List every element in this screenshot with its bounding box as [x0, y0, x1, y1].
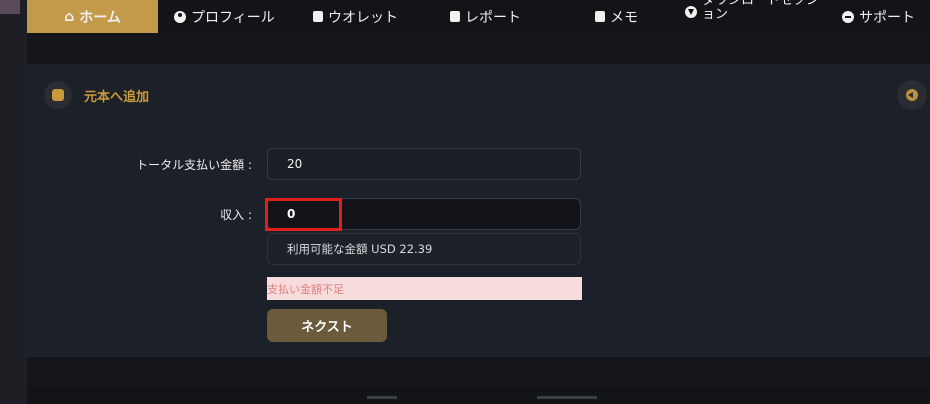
nav-profile[interactable]: プロフィール: [174, 0, 275, 33]
top-navigation: ⌂ ホーム プロフィール ウオレット レポート メモ ダウンロードセクション サ…: [27, 0, 930, 33]
download-icon: [685, 6, 697, 18]
report-icon: [450, 11, 460, 22]
available-amount-text: 利用可能な金額 USD 22.39: [287, 242, 433, 256]
avatar-fragment: [0, 0, 20, 14]
wallet-icon: [313, 11, 323, 22]
next-button[interactable]: ネクスト: [267, 309, 387, 342]
nav-memo[interactable]: メモ: [595, 0, 638, 33]
chart-icon: [52, 89, 64, 101]
nav-download[interactable]: ダウンロードセクション: [685, 0, 822, 33]
total-payment-label: トータル支払い金額 :: [136, 158, 252, 172]
total-payment-value: 20: [287, 157, 303, 171]
nav-download-label: ダウンロードセクション: [702, 0, 820, 22]
nav-wallet[interactable]: ウオレット: [313, 0, 398, 33]
total-payment-field: 20: [267, 148, 581, 180]
error-message: 支払い金額不足: [267, 277, 582, 300]
footer-text-fragment: [537, 396, 597, 399]
user-icon: [174, 10, 186, 23]
nav-report[interactable]: レポート: [450, 0, 521, 33]
arrow-left-icon: [906, 89, 918, 101]
card-title: 元本へ追加: [84, 90, 150, 105]
support-icon: [842, 10, 854, 23]
add-principal-card: 元本へ追加 トータル支払い金額 : 20 収入 : 0 利用可能な金額 USD …: [27, 64, 930, 357]
nav-support-label: サポート: [859, 9, 915, 26]
next-button-label: ネクスト: [301, 320, 353, 335]
nav-memo-label: メモ: [610, 9, 638, 26]
nav-home-label: ホーム: [79, 9, 121, 26]
back-button[interactable]: [897, 80, 927, 110]
nav-profile-label: プロフィール: [191, 9, 275, 26]
income-label: 収入 :: [220, 208, 252, 222]
card-icon: [44, 81, 72, 109]
footer-text-fragment: [367, 396, 397, 399]
left-edge-panel: [0, 0, 27, 404]
memo-icon: [595, 11, 605, 22]
footer: [27, 387, 930, 404]
error-message-text: 支払い金額不足: [267, 282, 344, 296]
home-icon: ⌂: [64, 8, 75, 25]
nav-home[interactable]: ⌂ ホーム: [27, 0, 158, 33]
nav-report-label: レポート: [465, 9, 521, 26]
available-amount: 利用可能な金額 USD 22.39: [267, 233, 581, 265]
nav-support[interactable]: サポート: [842, 0, 915, 33]
income-highlight-box: [265, 198, 342, 231]
nav-wallet-label: ウオレット: [328, 9, 398, 26]
